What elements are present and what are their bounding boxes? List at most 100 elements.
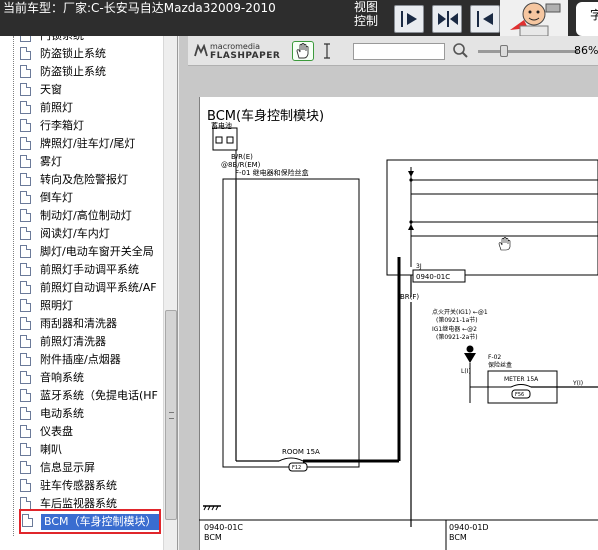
tree-item-label: 仪表盘 [40, 425, 73, 438]
document-icon [20, 443, 31, 456]
tree-item-label: 蓝牙系统（免提电话(HF [40, 389, 158, 402]
tree-item-label: 倒车灯 [40, 191, 73, 204]
wire-y-label: Y(I) [572, 380, 583, 387]
document-icon [20, 191, 31, 204]
footer-right-code: 0940-01D [449, 523, 489, 532]
tree-item-label: 雨刮器和清洗器 [40, 317, 117, 330]
meter-fuse-code: F56 [515, 392, 524, 398]
tree-item-label: 门锁系统 [40, 36, 84, 44]
document-icon [20, 263, 31, 276]
tree-item-label: 喇叭 [40, 443, 62, 456]
document-icon [20, 83, 31, 96]
tree-connector-line [13, 36, 14, 536]
ignition-switch-label: 点火开关(IG1) ←@1 [432, 308, 488, 316]
document-icon [20, 479, 31, 492]
meter-fuse-label: METER 15A [504, 376, 539, 383]
tree-item-label: 防盗锁止系统 [40, 65, 106, 78]
ig1-relay-label: IG1继电器 ←@2 [432, 325, 477, 333]
flashpaper-toolbar: macromedia FLASHPAPER 86% [188, 36, 598, 66]
tree-item-label: 雾灯 [40, 155, 62, 168]
tree-item-label: 阅读灯/车内灯 [40, 227, 110, 240]
tree-scrollbar-thumb[interactable] [165, 310, 177, 520]
search-icon[interactable] [452, 42, 468, 60]
right-tab-chip[interactable]: 字 [576, 2, 598, 36]
tree-item-label: 信息显示屏 [40, 461, 95, 474]
zoom-slider-thumb[interactable] [500, 45, 508, 57]
tree-item-label: 前照灯手动调平系统 [40, 263, 139, 276]
tree-item-label: 前照灯自动调平系统/AF [40, 281, 157, 294]
bcm-module-box [386, 159, 598, 276]
scroll-grip-icon [169, 412, 174, 419]
battery-label: 蓄电池 [211, 121, 232, 130]
document-icon [20, 47, 31, 60]
fuse-box-label: F-01 继电器和保险丝盒 [235, 168, 309, 177]
document-icon [20, 371, 31, 384]
document-icon [20, 36, 31, 42]
footer-right-name: BCM [449, 533, 467, 542]
tree-item-label: 驻车传感器系统 [40, 479, 117, 492]
ignition-ref1-label: (第0921-1a节) [436, 316, 478, 324]
brand-flashpaper: FLASHPAPER [210, 51, 281, 61]
document-icon [20, 173, 31, 186]
selected-tree-item[interactable]: BCM（车身控制模块） [19, 509, 161, 534]
tree-item-label: 照明灯 [40, 299, 73, 312]
prev-page-button[interactable] [470, 5, 500, 33]
selected-item-label: BCM（车身控制模块） [41, 514, 159, 530]
tree-item-label: 天窗 [40, 83, 62, 96]
tree-item-label: 电动系统 [40, 407, 84, 420]
connector-code-label: 0940-01C [416, 273, 450, 281]
ignition-ref2-label: (第0921-2a节) [436, 333, 478, 341]
document-icon [20, 425, 31, 438]
hand-tool-button[interactable] [292, 41, 314, 61]
document-icon [20, 65, 31, 78]
hand-icon [296, 43, 309, 59]
panel-splitter[interactable] [178, 36, 188, 550]
text-select-button[interactable] [320, 41, 334, 61]
tree-item-label: 附件插座/点烟器 [40, 353, 121, 366]
footer-left-code: 0940-01C [204, 523, 243, 532]
tree-scrollbar[interactable] [163, 36, 177, 550]
tree-item-label: 制动灯/高位制动灯 [40, 209, 132, 222]
wire-br-f-label: BR(F) [400, 293, 419, 301]
tree-list: 门锁系统防盗锁止系统防盗锁止系统天窗前照灯行李箱灯牌照灯/驻车灯/尾灯雾灯转向及… [0, 36, 163, 550]
tree-item-label: 音响系统 [40, 371, 84, 384]
document-page: BCM(车身控制模块) 蓄电池 B/R(E) @8B/R(EM) F-01 继电… [199, 97, 598, 550]
document-icon [20, 461, 31, 474]
document-icon [20, 245, 31, 258]
mascot-image [500, 0, 568, 37]
f02-name-label: 保险丝盒 [488, 361, 512, 369]
arrow-left-icon [477, 11, 493, 27]
document-icon [20, 209, 31, 222]
document-icon [20, 407, 31, 420]
footer-left-name: BCM [204, 533, 222, 542]
room-fuse-code: F12 [292, 465, 301, 471]
tree-item-label: 转向及危险警报灯 [40, 173, 128, 186]
tree-item-label: 行李箱灯 [40, 119, 84, 132]
tree-item-label: 前照灯 [40, 101, 73, 114]
tree-item-label: 脚灯/电动车窗开关全局 [40, 245, 154, 258]
navigation-tree: 门锁系统防盗锁止系统防盗锁止系统天窗前照灯行李箱灯牌照灯/驻车灯/尾灯雾灯转向及… [0, 36, 178, 550]
room-fuse-label: ROOM 15A [282, 448, 320, 456]
right-tab-label: 字 [590, 8, 598, 22]
document-icon [20, 101, 31, 114]
view-control-label: 视图控制 [354, 0, 379, 28]
document-icon [20, 155, 31, 168]
next-page-button[interactable] [394, 5, 424, 33]
document-icon [20, 353, 31, 366]
zoom-slider[interactable] [478, 45, 578, 57]
title-bar: 当前车型：厂家:C-长安马自达Mazda32009-2010 视图控制 字 [0, 0, 598, 37]
window-title: 当前车型：厂家:C-长安马自达Mazda32009-2010 [3, 1, 276, 15]
wire-br-e-label: B/R(E) [231, 153, 253, 161]
tree-item-label: 牌照灯/驻车灯/尾灯 [40, 137, 136, 150]
wiring-diagram: 蓄电池 B/R(E) @8B/R(EM) F-01 继电器和保险丝盒 ROOM … [199, 97, 598, 550]
document-icon [22, 514, 33, 527]
search-input[interactable] [353, 43, 445, 60]
fit-width-button[interactable] [432, 5, 462, 33]
document-icon [20, 227, 31, 240]
zoom-value[interactable]: 86% [574, 44, 598, 57]
document-viewport[interactable]: BCM(车身控制模块) 蓄电池 B/R(E) @8B/R(EM) F-01 继电… [188, 67, 598, 550]
document-icon [20, 317, 31, 330]
document-icon [20, 335, 31, 348]
document-icon [20, 137, 31, 150]
arrows-in-icon [438, 11, 458, 27]
